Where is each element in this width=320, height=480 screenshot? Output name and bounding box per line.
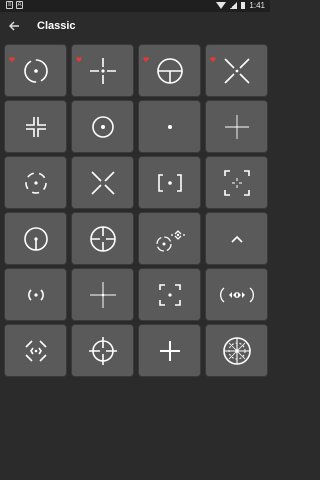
crosshair-tile-thin-cross-dot[interactable] [71,268,134,321]
crosshair-tile-scope-circle-t[interactable] [138,44,201,97]
crosshair-tile-dot[interactable] [138,100,201,153]
corner-frame-dot-icon [158,283,181,306]
x-cross-icon [90,170,115,195]
status-bar: ≡ A 1:41 [0,0,270,12]
crosshair-tile-dashed-circle-dot[interactable] [4,156,67,209]
cross-gap-dot-icon [89,57,116,84]
circle-cross-scope-icon [89,225,116,252]
battery-icon [241,2,246,9]
thin-cross-icon [224,114,249,139]
notification-icon: A [16,1,23,9]
arrow-left-icon [9,21,19,31]
wifi-icon [216,2,227,9]
thin-cross-dot-icon [89,281,116,308]
crosshair-tile-mil-dot-scope[interactable] [205,324,268,377]
crosshair-tile-broken-diamond-dot[interactable] [4,324,67,377]
crosshair-tile-circle-cross-scope[interactable] [71,212,134,265]
status-time: 1:41 [249,1,265,10]
notification-icons: ≡ A [6,1,23,9]
crosshair-tile-square-brackets-dot[interactable] [138,156,201,209]
crosshair-grid [4,44,268,377]
crosshair-tile-corner-frame-dot[interactable] [138,268,201,321]
heart-icon [9,49,15,62]
crosshair-tile-corner-brackets-small[interactable] [4,100,67,153]
crosshair-tile-cross-gap-dot[interactable] [71,44,134,97]
crosshair-tile-circle-cross-long[interactable] [71,324,134,377]
crosshair-tile-chevron-up[interactable] [205,212,268,265]
scope-circle-t-icon [156,57,183,84]
plus-bold-icon [159,340,180,361]
crosshair-tile-parentheses-dot[interactable] [4,268,67,321]
crosshair-tile-x-cross-dot[interactable] [205,44,268,97]
crosshair-tile-dot-ring-gaps[interactable] [4,44,67,97]
heart-icon [210,49,216,62]
crosshair-tile-x-cross[interactable] [71,156,134,209]
crosshair-tile-plus-bold[interactable] [138,324,201,377]
dashed-circle-dot-icon [24,171,47,194]
circle-cross-long-icon [88,336,117,365]
crosshair-tile-circle-dot[interactable] [71,100,134,153]
crosshair-tile-corner-frame-cross[interactable] [205,156,268,209]
circle-dot-icon [91,115,114,138]
toolbar: Classic [0,12,270,42]
corner-brackets-small-icon [25,116,46,137]
page-title: Classic [37,20,76,32]
signal-icon [230,2,238,9]
crosshair-tile-arrows-circle[interactable] [205,268,268,321]
back-button[interactable] [6,18,22,34]
heart-icon [143,49,149,62]
square-brackets-dot-icon [157,173,182,192]
circle-tick-dot-icon [23,226,48,251]
heart-icon [76,49,82,62]
dot-icon [167,124,172,129]
crosshair-tile-circle-tick-diamond[interactable] [138,212,201,265]
dot-ring-gaps-icon [23,58,48,83]
system-icons: 1:41 [216,1,265,10]
circle-tick-diamond-icon [155,229,185,252]
crosshair-tile-circle-tick-dot[interactable] [4,212,67,265]
notification-icon: ≡ [6,1,13,9]
corner-frame-cross-icon [223,169,250,196]
x-cross-dot-icon [223,57,250,84]
arrows-circle-icon [219,286,254,303]
crosshair-tile-thin-cross[interactable] [205,100,268,153]
mil-dot-scope-icon [222,336,251,365]
chevron-up-icon [230,235,243,243]
parentheses-dot-icon [27,288,44,301]
broken-diamond-dot-icon [24,339,47,362]
